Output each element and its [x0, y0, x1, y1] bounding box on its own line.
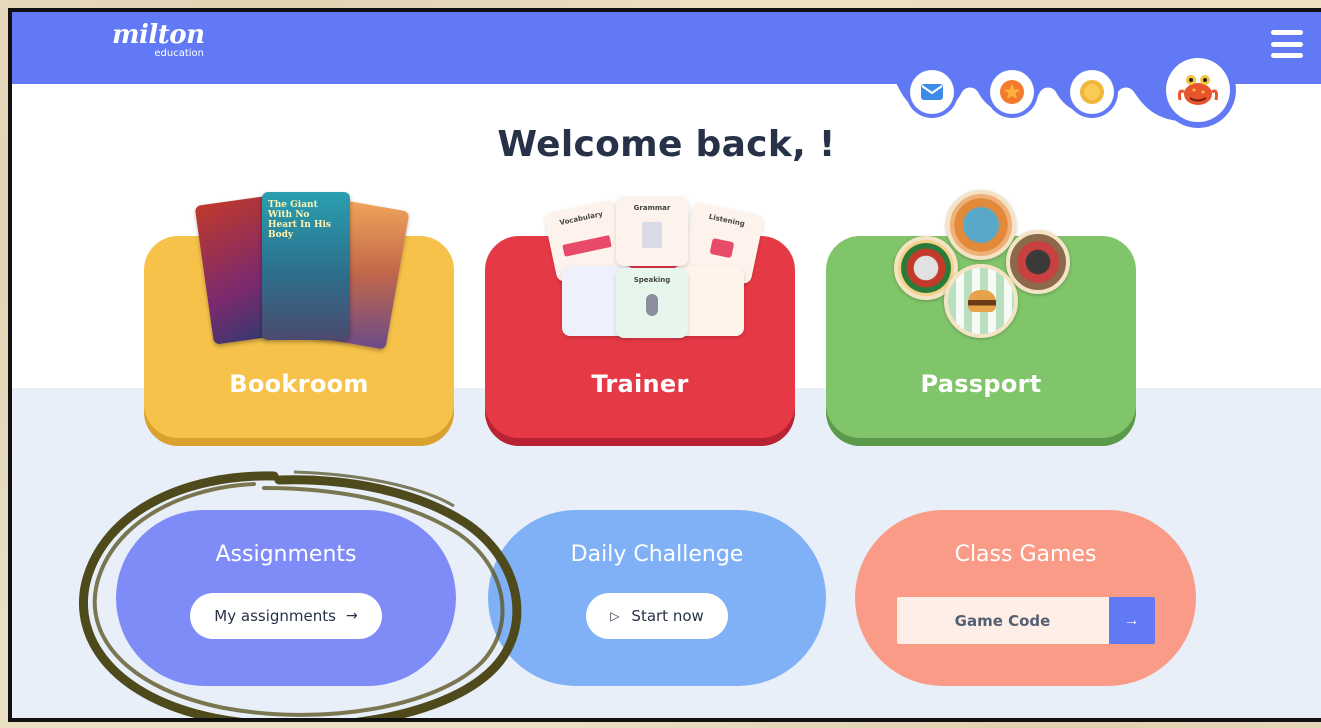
join-game-button[interactable]: →: [1108, 597, 1155, 644]
hamburger-menu-icon[interactable]: [1271, 30, 1303, 58]
megaphone-icon: [709, 237, 735, 259]
trainer-label: Trainer: [591, 370, 689, 398]
assignments-card[interactable]: Assignments My assignments →: [116, 510, 456, 686]
game-code-input[interactable]: [896, 597, 1109, 644]
document-icon: [642, 222, 662, 248]
milton-logo[interactable]: milton education: [112, 20, 205, 60]
stars-button[interactable]: [986, 66, 1038, 118]
daily-challenge-title: Daily Challenge: [570, 542, 744, 567]
plate-right: [1006, 230, 1070, 294]
book-title: The Giant With No Heart In His Body: [268, 200, 331, 240]
menu-bar: [1271, 30, 1303, 35]
avatar-icon: [1166, 58, 1230, 122]
bookroom-books-illustration: The Giant With No Heart In His Body: [192, 190, 412, 350]
arrow-right-icon: →: [345, 608, 358, 624]
avatar-button[interactable]: [1160, 52, 1236, 128]
passport-food-illustration: [892, 190, 1092, 350]
speaking-label: Speaking: [633, 276, 671, 284]
menu-bar: [1271, 41, 1303, 47]
listening-label: Listening: [708, 212, 746, 229]
star-icon: [990, 70, 1034, 114]
coin-icon: [1070, 70, 1114, 114]
assignments-title: Assignments: [215, 542, 357, 567]
class-games-card: Class Games →: [855, 510, 1196, 686]
monster-avatar: [1178, 75, 1218, 105]
menu-bar: [1271, 53, 1303, 58]
trainer-cards-illustration: Vocabulary Listening Grammar Speaking: [542, 196, 765, 338]
welcome-heading: Welcome back, !: [497, 124, 836, 165]
coins-button[interactable]: [1066, 66, 1118, 118]
passport-label: Passport: [920, 370, 1042, 398]
mail-icon: [910, 70, 954, 114]
abc-tiles-icon: [562, 235, 612, 257]
microphone-icon: [646, 294, 658, 316]
bookroom-label: Bookroom: [229, 370, 369, 398]
my-assignments-label: My assignments: [214, 607, 336, 625]
mail-button[interactable]: [906, 66, 958, 118]
noodle-plate: [946, 190, 1016, 260]
class-games-title: Class Games: [954, 542, 1097, 567]
coin-glyph: [1080, 80, 1104, 104]
burger-icon: [968, 290, 996, 312]
app-screen: milton education 0: [8, 8, 1321, 722]
grammar-card: Grammar: [616, 196, 688, 266]
grammar-label: Grammar: [633, 204, 671, 212]
my-assignments-button[interactable]: My assignments →: [190, 593, 382, 639]
start-now-label: Start now: [631, 607, 704, 625]
game-code-row: →: [896, 597, 1155, 644]
envelope-glyph: [921, 84, 943, 100]
star-glyph: [1000, 80, 1024, 104]
logo-wordmark: milton: [112, 20, 205, 50]
start-now-button[interactable]: ▷ Start now: [586, 593, 728, 639]
book-cover-middle: The Giant With No Heart In His Body: [262, 192, 350, 340]
speaking-card: Speaking: [616, 268, 688, 338]
arrow-right-icon: →: [1123, 611, 1140, 629]
vocabulary-label: Vocabulary: [558, 210, 604, 227]
burger-plate: [944, 264, 1018, 338]
daily-challenge-card[interactable]: Daily Challenge ▷ Start now: [488, 510, 826, 686]
play-icon: ▷: [610, 609, 620, 623]
status-dock: 0 300: [890, 52, 1252, 128]
